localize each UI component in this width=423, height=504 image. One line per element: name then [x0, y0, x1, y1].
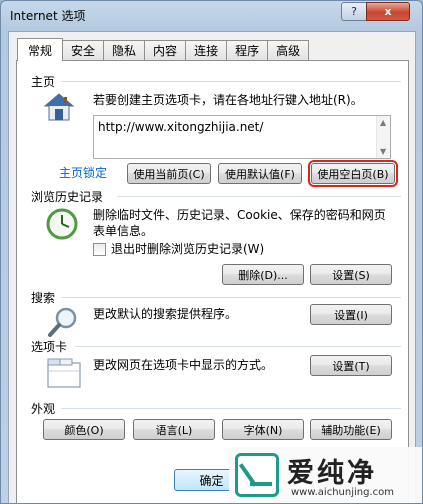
search-separator [61, 297, 401, 298]
history-clock-icon [45, 207, 79, 241]
home-page-url-input[interactable]: http://www.xitongzhijia.net/ ▲ ▼ [93, 115, 391, 159]
scroll-down-icon[interactable]: ▼ [380, 147, 386, 156]
use-current-button[interactable]: 使用当前页(C) [127, 163, 211, 184]
watermark: 爱纯净 www.aichunjing.com [229, 447, 422, 503]
language-button[interactable]: 语言(L) [133, 419, 215, 440]
window-title: Internet 选项 [10, 9, 86, 23]
general-tab-panel: 主页 若要创建主页选项卡，请在各地址行键入地址(R)。 http://www.x… [16, 60, 409, 503]
accessibility-button[interactable]: 辅助功能(E) [310, 419, 392, 440]
search-description: 更改默认的搜索提供程序。 [93, 307, 238, 321]
tab-security[interactable]: 安全 [62, 40, 105, 60]
tab-strip: 常规 安全 隐私 内容 连接 程序 高级 [17, 38, 310, 61]
home-section-title: 主页 [31, 75, 56, 89]
tab-connections[interactable]: 连接 [185, 40, 228, 60]
tab-advanced[interactable]: 高级 [267, 40, 310, 60]
dialog-client-area: 常规 安全 隐私 内容 连接 程序 高级 主页 若要创建主页选项卡，请在各地址行… [8, 31, 416, 503]
delete-history-on-exit-label[interactable]: 退出时删除浏览历史记录(W) [111, 241, 264, 257]
url-scrollbar[interactable]: ▲ ▼ [376, 116, 390, 158]
title-bar[interactable]: Internet 选项 ? x [1, 1, 422, 29]
tabs-separator [75, 346, 401, 347]
tabbed-window-icon [47, 357, 81, 389]
search-settings-button[interactable]: 设置(I) [310, 304, 392, 325]
watermark-url: www.aichunjing.com [291, 487, 394, 498]
home-lock-link[interactable]: 主页锁定 [59, 164, 107, 181]
use-blank-button[interactable]: 使用空白页(B) [308, 160, 398, 187]
home-separator [61, 81, 401, 82]
history-settings-button[interactable]: 设置(S) [310, 264, 392, 285]
house-icon [43, 91, 75, 123]
history-description-line2: 表单信息。 [93, 224, 154, 238]
use-default-button[interactable]: 使用默认值(F) [218, 163, 302, 184]
watermark-logo-icon [235, 453, 279, 497]
delete-history-on-exit-checkbox[interactable] [93, 243, 106, 256]
tabs-description: 更改网页在选项卡中显示的方式。 [93, 358, 274, 372]
tab-content[interactable]: 内容 [144, 40, 187, 60]
tabs-settings-button[interactable]: 设置(T) [310, 355, 392, 376]
internet-options-window: Internet 选项 ? x 常规 安全 隐私 内容 连接 程序 高级 主页 [0, 0, 423, 504]
close-button[interactable]: x [366, 2, 410, 21]
tab-general[interactable]: 常规 [17, 38, 64, 61]
delete-history-button[interactable]: 删除(D)... [222, 264, 304, 285]
tabs-section-title: 选项卡 [31, 340, 68, 354]
history-separator [117, 196, 401, 197]
watermark-brand: 爱纯净 [287, 458, 377, 489]
history-description-line1: 删除临时文件、历史记录、Cookie、保存的密码和网页 [93, 208, 386, 222]
tab-programs[interactable]: 程序 [226, 40, 269, 60]
appearance-section-title: 外观 [31, 402, 56, 416]
history-section-title: 浏览历史记录 [31, 190, 104, 204]
appearance-separator [61, 408, 401, 409]
home-page-url-value: http://www.xitongzhijia.net/ [98, 120, 264, 134]
fonts-button[interactable]: 字体(N) [222, 419, 304, 440]
scroll-up-icon[interactable]: ▲ [380, 118, 386, 127]
search-magnifier-icon [47, 305, 81, 339]
home-description: 若要创建主页选项卡，请在各地址行键入地址(R)。 [93, 93, 363, 107]
help-button[interactable]: ? [341, 2, 367, 21]
colors-button[interactable]: 颜色(O) [43, 419, 125, 440]
search-section-title: 搜索 [31, 291, 56, 305]
tab-privacy[interactable]: 隐私 [103, 40, 146, 60]
